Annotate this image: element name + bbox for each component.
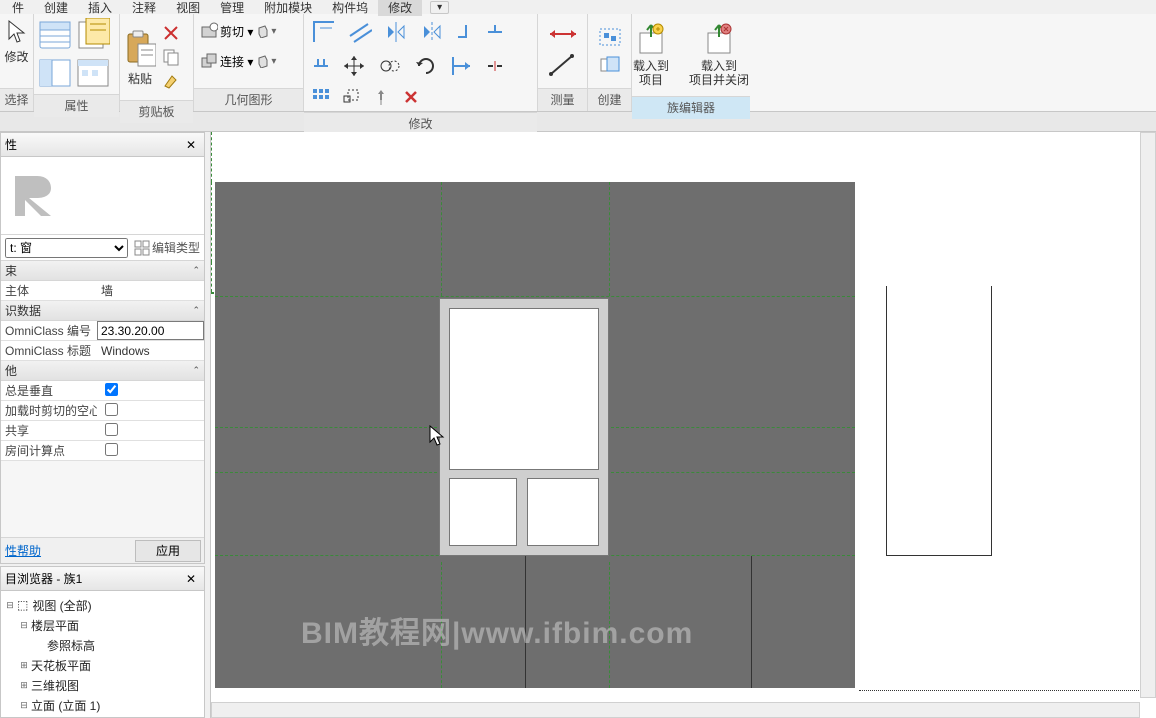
ribbon-group-geometry: 几何图形 xyxy=(194,88,303,111)
always-vertical-checkbox[interactable] xyxy=(105,383,118,396)
properties-icon[interactable] xyxy=(38,18,72,52)
project-browser-icon[interactable] xyxy=(76,56,110,90)
trim-corner-icon[interactable] xyxy=(456,23,474,41)
browser-title-text: 目浏览器 - 族1 xyxy=(5,570,82,587)
cut-void-checkbox[interactable] xyxy=(105,403,118,416)
menu-dropdown-icon[interactable]: ▾ xyxy=(430,1,449,14)
browser-tree: ⊟⬚视图 (全部) ⊟楼层平面 参照标高 ⊞天花板平面 ⊞三维视图 ⊟立面 (立… xyxy=(1,591,204,715)
window-pane-top xyxy=(449,308,599,470)
copy-icon[interactable] xyxy=(378,54,402,78)
cube-icon[interactable] xyxy=(255,24,269,38)
family-types-icon[interactable] xyxy=(76,18,110,52)
edit-type-button[interactable]: 编辑类型 xyxy=(134,239,200,256)
section-identity[interactable]: 识数据⌃ xyxy=(1,301,204,321)
prop-row-cut-void: 加载时剪切的空心 xyxy=(1,401,204,421)
cut-geom-button[interactable]: 剪切 ▾ ▾ xyxy=(200,22,276,40)
create-similar-icon[interactable] xyxy=(598,55,622,75)
tree-node-elevation[interactable]: ⊟立面 (立面 1) xyxy=(5,695,204,715)
ribbon-group-clipboard: 剪贴板 xyxy=(120,100,193,123)
menu-bar: 件 创建 插入 注释 视图 管理 附加模块 构件坞 修改 ▾ xyxy=(0,0,1156,14)
properties-help-link[interactable]: 性帮助 xyxy=(1,542,135,559)
tree-node-views[interactable]: ⊟⬚视图 (全部) xyxy=(5,595,204,615)
align-icon[interactable] xyxy=(312,20,336,44)
load-into-project-button[interactable]: 载入到项目 xyxy=(627,16,675,94)
offset-icon[interactable] xyxy=(348,20,372,44)
scale-icon[interactable] xyxy=(342,88,360,106)
prop-row-shared: 共享 xyxy=(1,421,204,441)
move-icon[interactable] xyxy=(342,54,366,78)
properties-titlebar[interactable]: 性 ✕ xyxy=(1,133,204,157)
cube-icon[interactable] xyxy=(255,54,269,68)
mirror-draw-icon[interactable] xyxy=(420,20,444,44)
prop-row-omni-title: OmniClass 标题Windows xyxy=(1,341,204,361)
tree-node-ceiling[interactable]: ⊞天花板平面 xyxy=(5,655,204,675)
side-opening xyxy=(886,286,992,556)
pin-icon[interactable] xyxy=(372,88,390,106)
ribbon-group-measure: 测量 xyxy=(538,88,587,111)
paste-button[interactable]: 粘贴 xyxy=(124,18,156,96)
split-icon[interactable] xyxy=(486,57,504,75)
properties-panel: 性 ✕ t: 窗 编辑类型 束⌃ 主体墙 识数据⌃ OmniClass 编号 O… xyxy=(0,132,205,564)
vertical-scrollbar[interactable] xyxy=(1140,132,1156,698)
trim-single-icon[interactable] xyxy=(486,23,504,41)
section-constraints[interactable]: 束⌃ xyxy=(1,261,204,281)
revit-logo-icon xyxy=(7,166,67,226)
chevron-icon: ⌃ xyxy=(192,265,200,276)
create-group-icon[interactable] xyxy=(598,27,622,47)
ribbon-group-properties: 属性 xyxy=(34,94,119,117)
properties-title-text: 性 xyxy=(5,136,17,153)
watermark: BIM教程网|www.ifbim.com xyxy=(301,608,693,652)
measure-icon[interactable] xyxy=(548,53,578,77)
chevron-icon: ⌃ xyxy=(192,365,200,376)
tree-node-ref-level[interactable]: 参照标高 xyxy=(5,635,204,655)
properties-panel-icon[interactable] xyxy=(38,56,72,90)
window-pane-bl xyxy=(449,478,517,546)
type-preview xyxy=(1,157,204,235)
prop-row-room-point: 房间计算点 xyxy=(1,441,204,461)
trim-multi-icon[interactable] xyxy=(312,57,330,75)
close-icon[interactable]: ✕ xyxy=(182,570,200,588)
prop-row-vertical: 总是垂直 xyxy=(1,381,204,401)
trim-extend-icon[interactable] xyxy=(450,54,474,78)
tree-node-3d[interactable]: ⊞三维视图 xyxy=(5,675,204,695)
apply-button[interactable]: 应用 xyxy=(135,540,201,562)
close-icon[interactable]: ✕ xyxy=(182,136,200,154)
cut-icon[interactable] xyxy=(162,24,180,42)
load-close-button[interactable]: 载入到项目并关闭 xyxy=(683,16,755,94)
copy-icon[interactable] xyxy=(162,48,180,66)
modify-label: 修改 xyxy=(4,48,28,65)
aligned-dim-icon[interactable] xyxy=(548,25,578,43)
cursor-pointer-icon xyxy=(429,425,445,447)
room-point-checkbox[interactable] xyxy=(105,443,118,456)
rotate-icon[interactable] xyxy=(414,54,438,78)
mirror-axis-icon[interactable] xyxy=(384,20,408,44)
project-browser-panel: 目浏览器 - 族1 ✕ ⊟⬚视图 (全部) ⊟楼层平面 参照标高 ⊞天花板平面 … xyxy=(0,566,205,718)
join-geom-button[interactable]: 连接 ▾ ▾ xyxy=(200,52,276,70)
ribbon-group-create: 创建 xyxy=(588,88,631,111)
browser-titlebar[interactable]: 目浏览器 - 族1 ✕ xyxy=(1,567,204,591)
prop-row-host: 主体墙 xyxy=(1,281,204,301)
ribbon-group-select: 选择 xyxy=(0,88,33,111)
chevron-icon: ⌃ xyxy=(192,305,200,316)
drawing-canvas[interactable]: BIM教程网|www.ifbim.com xyxy=(210,132,1156,718)
delete-icon[interactable] xyxy=(402,88,420,106)
section-other[interactable]: 他⌃ xyxy=(1,361,204,381)
array-icon[interactable] xyxy=(312,88,330,106)
type-selector[interactable]: t: 窗 xyxy=(5,238,128,258)
omni-number-input[interactable] xyxy=(97,321,204,340)
shared-checkbox[interactable] xyxy=(105,423,118,436)
horizontal-scrollbar[interactable] xyxy=(211,702,1140,718)
prop-row-omni-number: OmniClass 编号 xyxy=(1,321,204,341)
tree-node-floor[interactable]: ⊟楼层平面 xyxy=(5,615,204,635)
cursor-icon xyxy=(5,18,27,46)
window-pane-br xyxy=(527,478,599,546)
ribbon: 修改 选择 属性 粘贴 剪贴板 xyxy=(0,14,1156,112)
ribbon-group-family-editor: 族编辑器 xyxy=(632,96,750,119)
modify-cursor-button[interactable]: 修改 xyxy=(4,18,28,65)
match-icon[interactable] xyxy=(162,72,180,90)
edit-type-icon xyxy=(134,240,150,256)
